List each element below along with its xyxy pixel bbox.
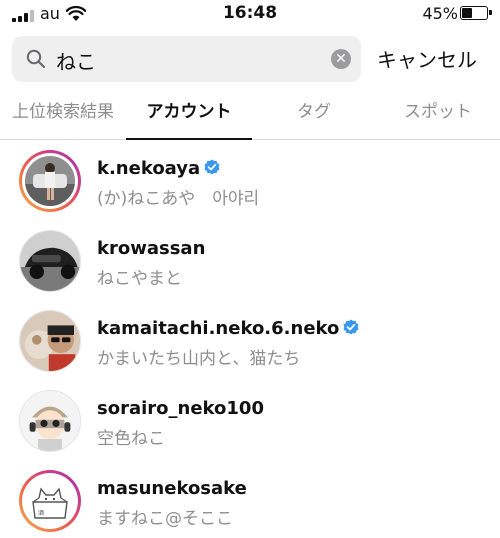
status-bar: au 16:48 45% xyxy=(0,0,500,30)
battery-icon xyxy=(460,6,492,20)
account-row[interactable]: 酒 masunekosake ますねこ@そここ xyxy=(0,464,500,538)
account-row[interactable]: sorairo_neko100 空色ねこ xyxy=(0,384,500,464)
account-row[interactable]: k.nekoaya (か)ねこあや 아야리 xyxy=(0,144,500,224)
account-username: k.nekoaya xyxy=(97,158,220,179)
account-full-name: ねこやまと xyxy=(97,269,182,289)
search-input[interactable]: ねこ xyxy=(56,46,96,75)
tab-accounts[interactable]: アカウント xyxy=(126,88,252,140)
account-full-name: ますねこ@そここ xyxy=(97,509,233,529)
avatar[interactable] xyxy=(19,150,81,212)
account-full-name: 空色ねこ xyxy=(97,429,165,449)
avatar[interactable] xyxy=(19,390,81,452)
account-username: masunekosake xyxy=(97,478,247,499)
account-row[interactable]: kamaitachi.neko.6.neko かまいたち山内と、猫たち xyxy=(0,304,500,384)
account-username: kamaitachi.neko.6.neko xyxy=(97,318,359,339)
account-username: krowassan xyxy=(97,238,206,259)
profile-photo-icon xyxy=(20,391,80,451)
account-full-name: (か)ねこあや 아야리 xyxy=(97,189,260,209)
verified-badge-icon xyxy=(343,319,359,335)
active-tab-indicator xyxy=(126,138,252,140)
cancel-button[interactable]: キャンセル xyxy=(377,44,477,73)
tab-places[interactable]: スポット xyxy=(376,88,500,140)
account-row[interactable]: krowassan ねこやまと xyxy=(0,224,500,304)
avatar[interactable] xyxy=(19,230,81,292)
battery-percent: 45% xyxy=(422,4,458,23)
tab-top-results[interactable]: 上位検索結果 xyxy=(0,88,126,140)
search-icon xyxy=(26,49,46,69)
search-field[interactable]: ねこ ✕ xyxy=(12,36,361,82)
clear-search-icon[interactable]: ✕ xyxy=(331,49,351,69)
tab-tags[interactable]: タグ xyxy=(252,88,376,140)
profile-photo-icon xyxy=(20,231,80,291)
account-full-name: かまいたち山内と、猫たち xyxy=(97,349,301,369)
search-tabs: 上位検索結果 アカウント タグ スポット xyxy=(0,88,500,140)
avatar[interactable]: 酒 xyxy=(19,470,81,532)
profile-photo-icon xyxy=(20,311,80,371)
account-username: sorairo_neko100 xyxy=(97,398,264,419)
svg-text:酒: 酒 xyxy=(38,509,44,517)
avatar[interactable] xyxy=(19,310,81,372)
cat-in-box-icon: 酒 xyxy=(25,476,75,526)
profile-photo-icon xyxy=(25,156,75,206)
verified-badge-icon xyxy=(204,159,220,175)
